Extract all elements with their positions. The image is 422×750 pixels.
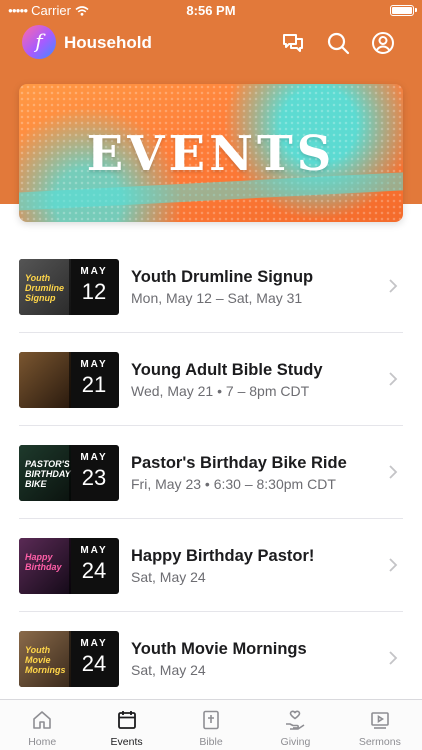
- event-month: MAY: [80, 638, 108, 649]
- tab-bar: Home Events Bible Giving Sermons: [0, 699, 422, 750]
- event-day: 24: [81, 651, 107, 676]
- event-date: Wed, May 21 • 7 – 8pm CDT: [131, 383, 310, 399]
- tab-label: Events: [110, 736, 143, 748]
- event-month: MAY: [80, 452, 108, 463]
- events-banner: EVENTS: [19, 84, 403, 222]
- event-month: MAY: [80, 545, 108, 556]
- event-date: Fri, May 23 • 6:30 – 8:30pm CDT: [131, 476, 336, 492]
- event-datebox: MAY 24: [69, 631, 119, 687]
- tab-events[interactable]: Events: [84, 700, 168, 750]
- event-image-label: Youth Drumline Signup: [25, 273, 65, 303]
- event-datebox: MAY 24: [69, 538, 119, 594]
- event-image-label: PASTOR'S BIRTHDAY BIKE: [25, 459, 71, 489]
- tab-giving[interactable]: Giving: [253, 700, 337, 750]
- battery-icon: [390, 5, 417, 16]
- event-day: 12: [81, 279, 107, 304]
- giving-icon: [286, 710, 305, 730]
- event-row[interactable]: PASTOR'S BIRTHDAY BIKE MAY 23 Pastor's B…: [0, 426, 422, 519]
- chevron-right-icon: [389, 372, 398, 386]
- event-day: 24: [81, 558, 107, 583]
- chevron-right-icon: [389, 558, 398, 572]
- event-image: [19, 352, 71, 408]
- event-date: Sat, May 24: [131, 662, 206, 678]
- event-image-label: Happy Birthday: [25, 552, 62, 572]
- tab-home[interactable]: Home: [0, 700, 84, 750]
- tab-label: Giving: [280, 736, 311, 748]
- event-row[interactable]: Youth Drumline Signup MAY 12 Youth Druml…: [0, 240, 422, 333]
- status-bar: ●●●●● Carrier 8:56 PM: [0, 0, 422, 22]
- chevron-right-icon: [389, 651, 398, 665]
- app-title: Household: [64, 33, 152, 52]
- sermons-icon: [371, 712, 389, 729]
- event-thumbnail: MAY 21: [19, 352, 119, 408]
- status-time: 8:56 PM: [186, 3, 236, 18]
- chevron-right-icon: [389, 279, 398, 293]
- event-thumbnail: PASTOR'S BIRTHDAY BIKE MAY 23: [19, 445, 119, 501]
- event-thumbnail: Happy Birthday MAY 24: [19, 538, 119, 594]
- event-title: Youth Drumline Signup: [131, 268, 314, 286]
- events-list: Youth Drumline Signup MAY 12 Youth Druml…: [0, 240, 422, 705]
- event-thumbnail: Youth Movie Mornings MAY 24: [19, 631, 119, 687]
- event-title: Young Adult Bible Study: [131, 361, 323, 379]
- event-date: Sat, May 24: [131, 569, 206, 585]
- event-image-label: Youth Movie Mornings: [25, 645, 66, 675]
- event-thumbnail: Youth Drumline Signup MAY 12: [19, 259, 119, 315]
- tab-label: Bible: [199, 736, 223, 748]
- bible-icon: [203, 710, 219, 730]
- account-icon[interactable]: [370, 30, 396, 56]
- event-title: Pastor's Birthday Bike Ride: [131, 454, 347, 472]
- event-title: Happy Birthday Pastor!: [131, 547, 315, 565]
- event-month: MAY: [80, 266, 108, 277]
- event-day: 23: [81, 465, 107, 490]
- home-icon: [33, 711, 52, 729]
- chevron-right-icon: [389, 465, 398, 479]
- event-datebox: MAY 21: [69, 352, 119, 408]
- tab-bible[interactable]: Bible: [169, 700, 253, 750]
- event-datebox: MAY 12: [69, 259, 119, 315]
- event-row[interactable]: MAY 21 Young Adult Bible Study Wed, May …: [0, 333, 422, 426]
- tab-label: Home: [28, 736, 57, 748]
- event-row[interactable]: Youth Movie Mornings MAY 24 Youth Movie …: [0, 612, 422, 705]
- search-icon[interactable]: [325, 30, 351, 56]
- event-datebox: MAY 23: [69, 445, 119, 501]
- event-day: 21: [81, 372, 107, 397]
- app-header: f Household: [0, 24, 422, 64]
- event-row[interactable]: Happy Birthday MAY 24 Happy Birthday Pas…: [0, 519, 422, 612]
- app-logo[interactable]: f: [22, 25, 56, 59]
- calendar-icon: [117, 711, 136, 729]
- banner-title: EVENTS: [86, 126, 336, 182]
- event-title: Youth Movie Mornings: [131, 640, 307, 658]
- event-month: MAY: [80, 359, 108, 370]
- tab-label: Sermons: [358, 736, 401, 748]
- tab-sermons[interactable]: Sermons: [338, 700, 422, 750]
- chat-icon[interactable]: [280, 30, 306, 56]
- event-date: Mon, May 12 – Sat, May 31: [131, 290, 303, 306]
